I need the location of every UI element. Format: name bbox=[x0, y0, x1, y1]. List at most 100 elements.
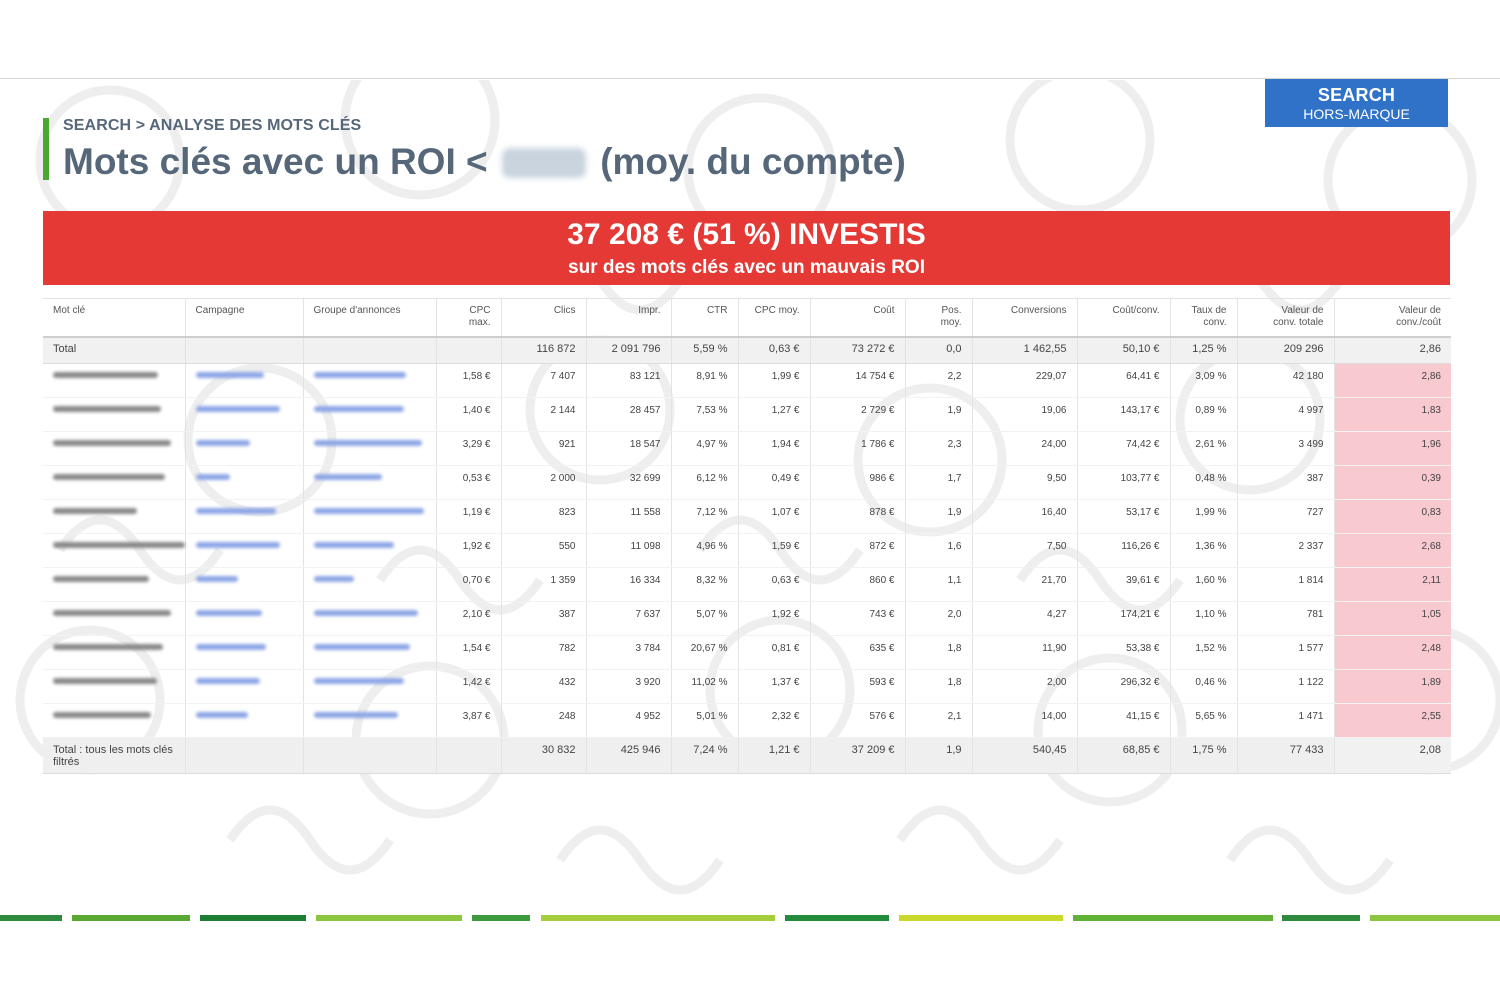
table-cell: 28 457 bbox=[586, 397, 672, 432]
ad-group-link[interactable] bbox=[303, 567, 437, 602]
ad-group-link[interactable] bbox=[303, 431, 437, 466]
ad-group-link[interactable] bbox=[303, 465, 437, 500]
page-title-end: (moy. du compte) bbox=[600, 141, 906, 182]
table-row[interactable]: 3,29 €921 18 547 4,97 % 1,94 €1 786 €2,3 24,… bbox=[43, 431, 1451, 466]
table-row[interactable]: 1,58 €7 407 83 121 8,91 % 1,99 €14 754 €2,2… bbox=[43, 363, 1451, 398]
table-cell: 3,29 € bbox=[436, 431, 502, 466]
table-cell: 41,15 € bbox=[1077, 703, 1171, 738]
column-header[interactable]: Coût bbox=[810, 298, 906, 338]
redacted-text bbox=[195, 507, 276, 514]
campaign-link[interactable] bbox=[185, 499, 304, 534]
redacted-text bbox=[313, 541, 394, 548]
table-cell: 0,81 € bbox=[738, 635, 811, 670]
table-cell: 3,87 € bbox=[436, 703, 502, 738]
redacted-text bbox=[195, 643, 266, 650]
grand-total-cell: Total : tous les mots clés filtrés bbox=[43, 737, 186, 774]
table-cell: 635 € bbox=[810, 635, 906, 670]
table-cell: 16,40 bbox=[972, 499, 1078, 534]
table-cell: 3 920 bbox=[586, 669, 672, 704]
table-cell: 387 bbox=[501, 601, 587, 636]
ad-group-link[interactable] bbox=[303, 669, 437, 704]
table-cell: 0,83 bbox=[1334, 499, 1451, 534]
column-header[interactable]: Impr. bbox=[586, 298, 672, 338]
campaign-link[interactable] bbox=[185, 363, 304, 398]
campaign-link[interactable] bbox=[185, 465, 304, 500]
redacted-text bbox=[313, 609, 418, 616]
table-cell: 248 bbox=[501, 703, 587, 738]
column-header[interactable]: Pos. moy. bbox=[905, 298, 973, 338]
table-cell: 3 499 bbox=[1237, 431, 1335, 466]
search-hors-marque-badge: SEARCH HORS-MARQUE bbox=[1265, 79, 1448, 127]
ad-group-link[interactable] bbox=[303, 499, 437, 534]
grand-total-cell bbox=[436, 737, 502, 774]
column-header[interactable]: Valeur de conv. totale bbox=[1237, 298, 1335, 338]
table-cell: 727 bbox=[1237, 499, 1335, 534]
campaign-link[interactable] bbox=[185, 601, 304, 636]
grand-total-cell: 30 832 bbox=[501, 737, 587, 774]
ad-group-link[interactable] bbox=[303, 397, 437, 432]
keyword-cell bbox=[43, 397, 186, 432]
table-cell: 0,63 € bbox=[738, 567, 811, 602]
grand-total-cell: 77 433 bbox=[1237, 737, 1335, 774]
column-header[interactable]: Groupe d'annonces bbox=[303, 298, 437, 338]
table-cell: 7,12 % bbox=[671, 499, 739, 534]
redacted-text bbox=[313, 405, 404, 412]
column-header[interactable]: Valeur de conv./coût bbox=[1334, 298, 1451, 338]
table-cell: 921 bbox=[501, 431, 587, 466]
campaign-link[interactable] bbox=[185, 431, 304, 466]
grand-total-cell: 2,08 bbox=[1334, 737, 1451, 774]
column-header[interactable]: Coût/conv. bbox=[1077, 298, 1171, 338]
table-row[interactable]: 0,53 €2 000 32 699 6,12 % 0,49 €986 €1,7 9,5… bbox=[43, 465, 1451, 500]
table-cell: 21,70 bbox=[972, 567, 1078, 602]
column-header[interactable]: CPC moy. bbox=[738, 298, 811, 338]
total-cell: 116 872 bbox=[501, 336, 587, 364]
redacted-text bbox=[313, 711, 398, 718]
table-cell: 1,19 € bbox=[436, 499, 502, 534]
campaign-link[interactable] bbox=[185, 397, 304, 432]
table-cell: 53,17 € bbox=[1077, 499, 1171, 534]
campaign-link[interactable] bbox=[185, 703, 304, 738]
table-row[interactable]: 0,70 €1 359 16 334 8,32 % 0,63 €860 €1,1 21,… bbox=[43, 567, 1451, 602]
column-header[interactable]: Taux de conv. bbox=[1170, 298, 1238, 338]
column-header[interactable]: Conversions bbox=[972, 298, 1078, 338]
total-cell: 50,10 € bbox=[1077, 336, 1171, 364]
ad-group-link[interactable] bbox=[303, 363, 437, 398]
table-cell: 1 359 bbox=[501, 567, 587, 602]
table-cell: 1,36 % bbox=[1170, 533, 1238, 568]
table-cell: 0,48 % bbox=[1170, 465, 1238, 500]
column-header[interactable]: Clics bbox=[501, 298, 587, 338]
table-cell: 0,70 € bbox=[436, 567, 502, 602]
table-row[interactable]: 3,87 €248 4 952 5,01 % 2,32 €576 €2,1 14,00 4… bbox=[43, 703, 1451, 738]
table-row[interactable]: 1,19 €823 11 558 7,12 % 1,07 €878 €1,9 16,40… bbox=[43, 499, 1451, 534]
column-header[interactable]: Mot clé bbox=[43, 298, 186, 338]
table-cell: 1,54 € bbox=[436, 635, 502, 670]
ad-group-link[interactable] bbox=[303, 635, 437, 670]
redacted-text bbox=[53, 473, 165, 480]
table-cell: 1 577 bbox=[1237, 635, 1335, 670]
column-header[interactable]: Campagne bbox=[185, 298, 304, 338]
campaign-link[interactable] bbox=[185, 567, 304, 602]
ad-group-link[interactable] bbox=[303, 533, 437, 568]
table-cell: 2,11 bbox=[1334, 567, 1451, 602]
keyword-cell bbox=[43, 465, 186, 500]
campaign-link[interactable] bbox=[185, 669, 304, 704]
table-row[interactable]: 2,10 €387 7 637 5,07 % 1,92 €743 €2,0 4,27 17… bbox=[43, 601, 1451, 636]
redacted-text bbox=[195, 541, 280, 548]
page-title-start: Mots clés avec un ROI < bbox=[63, 141, 488, 182]
table-cell: 1,9 bbox=[905, 397, 973, 432]
table-cell: 2 144 bbox=[501, 397, 587, 432]
table-row[interactable]: 1,42 €432 3 920 11,02 % 1,37 €593 €1,8 2,00 2… bbox=[43, 669, 1451, 704]
column-header[interactable]: CPC max. bbox=[436, 298, 502, 338]
table-row[interactable]: 1,40 €2 144 28 457 7,53 % 1,27 €2 729 €1,9 1… bbox=[43, 397, 1451, 432]
campaign-link[interactable] bbox=[185, 635, 304, 670]
table-cell: 2,48 bbox=[1334, 635, 1451, 670]
ad-group-link[interactable] bbox=[303, 601, 437, 636]
table-row[interactable]: 1,92 €550 11 098 4,96 % 1,59 €872 €1,6 7,50 1… bbox=[43, 533, 1451, 568]
table-cell: 2,0 bbox=[905, 601, 973, 636]
table-row[interactable]: 1,54 €782 3 784 20,67 % 0,81 €635 €1,8 11,90… bbox=[43, 635, 1451, 670]
ad-group-link[interactable] bbox=[303, 703, 437, 738]
campaign-link[interactable] bbox=[185, 533, 304, 568]
column-header[interactable]: CTR bbox=[671, 298, 739, 338]
table-cell: 1 471 bbox=[1237, 703, 1335, 738]
table-cell: 986 € bbox=[810, 465, 906, 500]
